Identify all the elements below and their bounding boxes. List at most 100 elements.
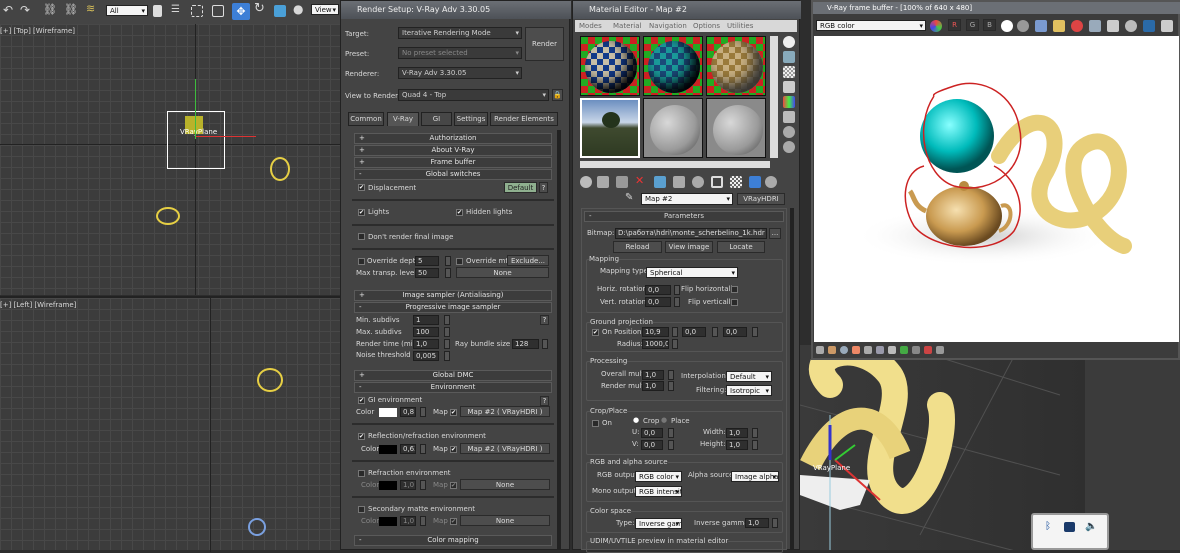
mono-icon[interactable] [1017,20,1029,32]
override-mtl-none-button[interactable]: None [456,267,549,278]
rollout-progressive-sampler[interactable]: - Progressive image sampler [354,302,552,313]
default-button[interactable]: Default [504,182,537,193]
view-to-render-dropdown[interactable]: Quad 4 - Top [398,89,549,101]
ground-position-y-field[interactable]: 0,0 [682,327,706,337]
alpha-source-dropdown[interactable]: Image alpha [731,471,779,482]
help-button[interactable]: ? [539,182,548,193]
refr-env-checkbox[interactable] [358,470,365,477]
curves-icon[interactable] [864,346,872,354]
background-icon[interactable] [783,66,795,78]
render-time-field[interactable]: 1,0 [413,339,439,349]
mapping-type-dropdown[interactable]: Spherical [646,267,738,278]
rect-selection-icon[interactable] [191,5,203,17]
network-icon[interactable] [1064,522,1075,532]
reload-button[interactable]: Reload [613,241,662,253]
crop-radio[interactable]: ● [633,415,639,425]
select-object-icon[interactable] [153,5,162,17]
gi-mult-field[interactable]: 0,8 [400,407,416,417]
u-field[interactable]: 0,0 [641,428,663,438]
viewport-perspective[interactable]: VRayPlane [800,345,1180,550]
matte-map-checkbox[interactable]: ✔ [450,518,457,525]
material-editor-scrollbar[interactable] [790,208,794,550]
speaker-icon[interactable]: 🔈 [1085,522,1097,532]
ground-y-spinner[interactable] [712,327,718,337]
max-subdivs-field[interactable]: 100 [413,327,439,337]
bind-space-warp-icon[interactable]: ≋ [86,3,95,14]
v-field[interactable]: 0,0 [641,440,663,450]
ground-position-x-field[interactable]: 10,9 [642,327,669,337]
map-type-button[interactable]: VRayHDRI [737,193,785,205]
bitmap-path-field[interactable]: D:\работа\hdri\monte_scherbelino_1k.hdr [615,228,767,239]
redo-icon[interactable]: ↷ [20,4,30,16]
save-image-icon[interactable] [1035,20,1047,32]
viewport-label-left[interactable]: [+] [Left] [Wireframe] [0,300,76,310]
rotate-icon[interactable]: ↻ [254,2,265,15]
load-image-icon[interactable] [1053,20,1065,32]
material-slot-2[interactable] [643,36,703,96]
override-depth-field[interactable]: 5 [415,256,439,266]
refr-color-swatch[interactable] [379,481,397,490]
channel-dropdown[interactable]: RGB color [816,20,926,31]
ray-bundle-spinner[interactable] [542,339,548,349]
info-icon[interactable] [840,346,848,354]
show-in-viewport-icon[interactable] [730,176,742,188]
radius-spinner[interactable] [672,339,678,349]
undo-icon[interactable]: ↶ [3,4,13,16]
render-setup-titlebar[interactable]: Render Setup: V-Ray Adv 3.30.05 [341,1,571,19]
color-space-type-dropdown[interactable]: Inverse gamma [635,518,682,529]
sample-type-icon[interactable] [783,36,795,48]
target-dropdown[interactable]: Iterative Rendering Mode [398,27,522,39]
noise-threshold-spinner[interactable] [444,351,450,361]
vert-rotation-field[interactable]: 0,0 [645,297,671,307]
blue-channel-button[interactable]: B [983,19,996,31]
exclude-button[interactable]: Exclude... [507,255,549,266]
frame-buffer-titlebar[interactable]: V-Ray frame buffer - [100% of 640 x 480] [813,2,1180,14]
lock-view-icon[interactable]: 🔒 [552,89,563,101]
pixel-aspect-icon[interactable] [936,346,944,354]
slots-vertical-scrollbar[interactable] [770,36,778,158]
backlight-icon[interactable] [783,51,795,63]
refr-mult-spinner[interactable] [420,480,426,490]
override-mtl-checkbox[interactable] [456,258,463,265]
override-depth-checkbox[interactable] [358,258,365,265]
menu-material[interactable]: Material [613,21,641,31]
render-button[interactable]: Render [525,27,564,61]
viewport-left[interactable]: [+] [Left] [Wireframe] [0,296,340,552]
parameters-header[interactable]: - Parameters [584,211,784,222]
renderer-dropdown[interactable]: V-Ray Adv 3.30.05 [398,67,522,79]
refl-map-checkbox[interactable]: ✔ [450,446,457,453]
tab-gi[interactable]: GI [421,112,452,126]
gi-env-help-button[interactable]: ? [540,396,549,406]
rollout-image-sampler[interactable]: + Image sampler (Antialiasing) [354,290,552,301]
make-preview-icon[interactable] [783,111,795,123]
histogram-icon[interactable] [876,346,884,354]
pick-material-icon[interactable]: ✎ [625,193,633,203]
menu-utilities[interactable]: Utilities [727,21,753,31]
rollout-about[interactable]: + About V-Ray [354,145,552,156]
material-slot-1[interactable] [580,36,640,96]
scale-icon[interactable] [274,5,286,17]
ray-bundle-field[interactable]: 128 [512,339,539,349]
refr-map-checkbox[interactable]: ✔ [450,482,457,489]
matte-map-button[interactable]: None [460,515,550,526]
map-name-dropdown[interactable]: Map #2 [641,193,733,205]
material-slot-6[interactable] [706,98,766,158]
rollout-authorization[interactable]: + Authorization [354,133,552,144]
width-field[interactable]: 1,0 [726,428,748,438]
put-to-scene-icon[interactable] [597,176,609,188]
get-material-icon[interactable] [580,176,592,188]
refl-env-checkbox[interactable]: ✔ [358,433,365,440]
matte-mult-field[interactable]: 1,0 [400,516,416,526]
srgb-icon[interactable] [912,346,920,354]
flip-vertically-checkbox[interactable] [731,299,738,306]
menu-options[interactable]: Options [693,21,720,31]
min-subdivs-spinner[interactable] [444,315,450,325]
duplicate-to-max-fb-icon[interactable] [1089,20,1101,32]
preset-dropdown[interactable]: No preset selected [398,47,522,59]
menu-modes[interactable]: Modes [579,21,602,31]
inverse-gamma-field[interactable]: 1,0 [745,518,769,528]
material-id-icon[interactable] [711,176,723,188]
filtering-dropdown[interactable]: Isotropic [726,385,772,396]
max-subdivs-spinner[interactable] [444,327,450,337]
ground-z-spinner[interactable] [752,327,758,337]
